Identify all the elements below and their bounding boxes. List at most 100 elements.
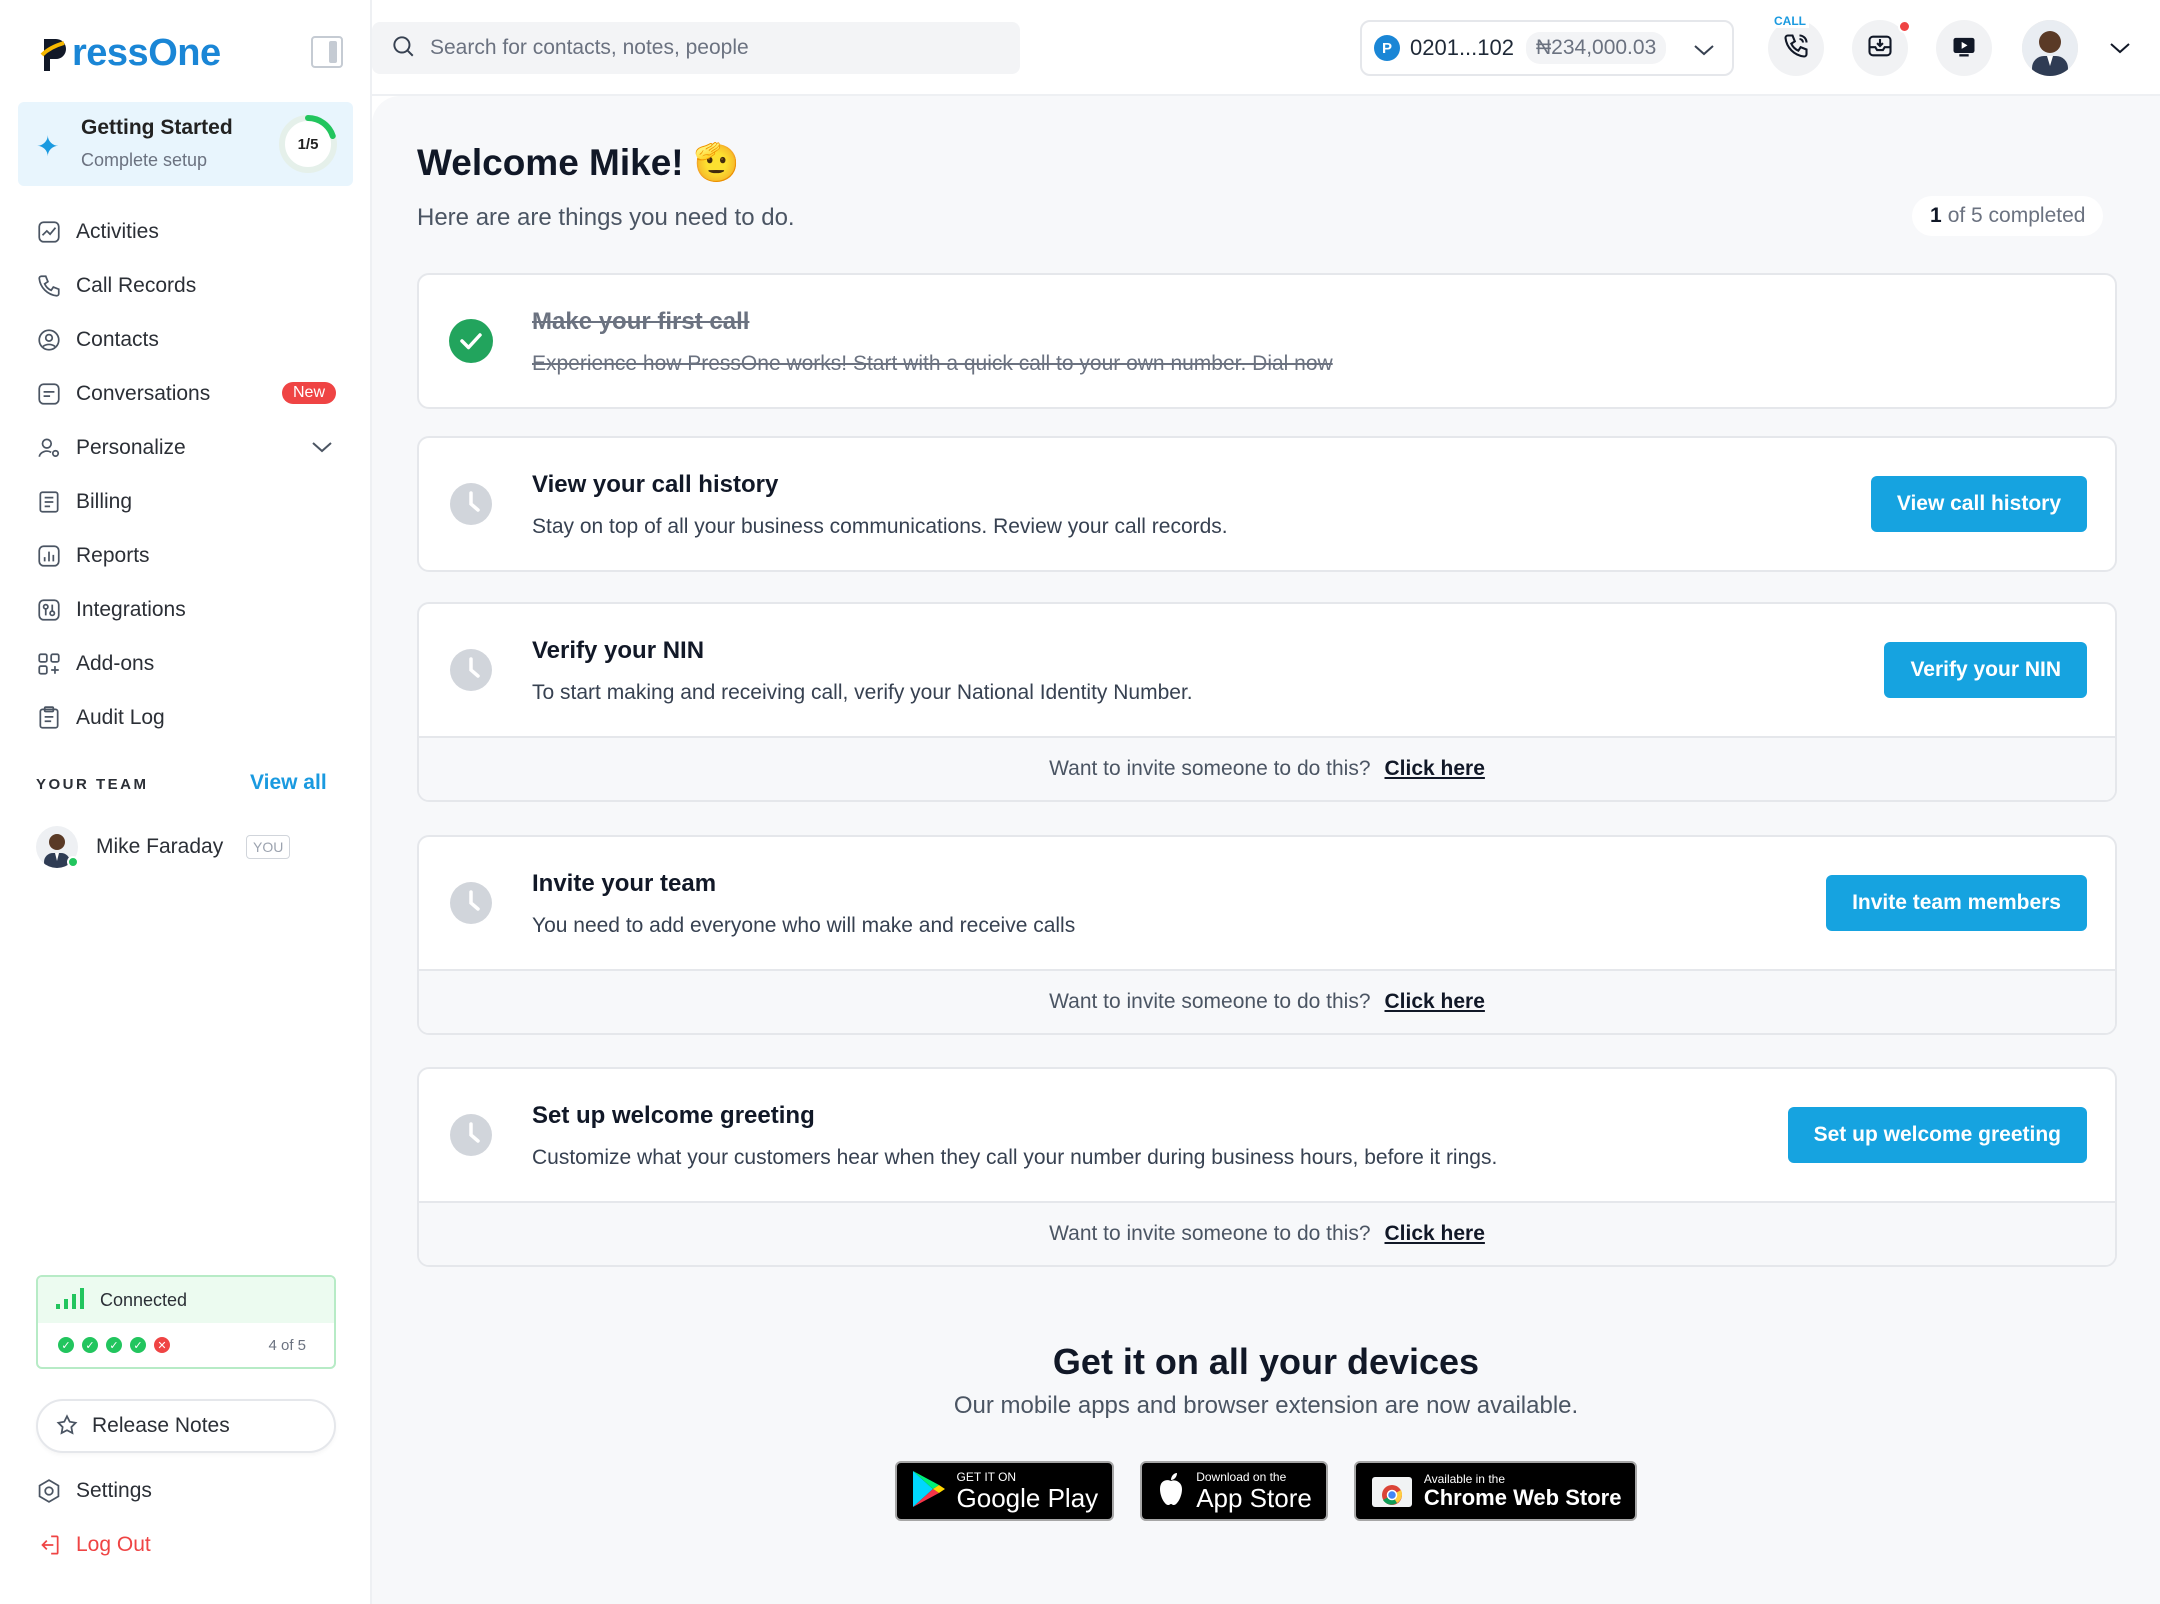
invite-click-here-link[interactable]: Click here [1385, 1222, 1485, 1246]
sidebar-item-activities[interactable]: Activities [18, 205, 358, 259]
account-number: 0201...102 [1410, 35, 1514, 60]
clock-icon [450, 882, 492, 924]
sidebar-nav: Activities Call Records Contacts Convers… [18, 205, 358, 745]
task-title: Invite your team [532, 870, 717, 897]
phone-icon [36, 273, 62, 299]
connection-status-card[interactable]: Connected ✓ ✓ ✓ ✓ ✕ 4 of 5 [36, 1275, 336, 1369]
page-subtitle: Here are are things you need to do. [417, 204, 795, 231]
google-play-badge[interactable]: GET IT ON Google Play [894, 1461, 1115, 1521]
search-input[interactable] [430, 36, 990, 60]
chrome-web-store-badge[interactable]: Available in the Chrome Web Store [1353, 1461, 1638, 1521]
sidebar-item-call-records[interactable]: Call Records [18, 259, 358, 313]
getting-started-subtitle: Complete setup [81, 150, 208, 170]
task-card-call-history: View your call history Stay on top of al… [417, 436, 2117, 572]
notification-dot [1898, 20, 1911, 33]
verify-nin-button[interactable]: Verify your NIN [1884, 642, 2087, 698]
check-circle-icon [449, 319, 493, 363]
getting-started-card[interactable]: ✦ Getting Started Complete setup 1/5 [18, 102, 353, 186]
call-button[interactable] [1768, 20, 1824, 76]
set-up-welcome-greeting-button[interactable]: Set up welcome greeting [1787, 1107, 2087, 1163]
getting-started-title: Getting Started [81, 116, 233, 139]
sidebar-item-audit-log[interactable]: Audit Log [18, 691, 358, 745]
logo-mark-icon [40, 33, 70, 73]
clock-icon [450, 649, 492, 691]
task-description: Customize what your customers hear when … [532, 1146, 1498, 1169]
sidebar-item-label: Contacts [76, 328, 159, 351]
chevron-down-icon[interactable] [2107, 38, 2133, 63]
search-bar[interactable] [372, 22, 1020, 74]
store-small-text: Available in the [1423, 1472, 1505, 1486]
account-selector[interactable]: P 0201...102 ₦234,000.03 [1360, 20, 1734, 76]
logout-link[interactable]: Log Out [36, 1532, 151, 1558]
clipboard-icon [36, 705, 62, 731]
new-badge: New [281, 382, 336, 404]
sidebar-item-label: Personalize [76, 436, 186, 459]
sidebar-item-label: Billing [76, 490, 133, 513]
check-ok-icon: ✓ [82, 1337, 98, 1353]
inbox-icon [1866, 32, 1894, 65]
settings-link[interactable]: Settings [36, 1478, 152, 1504]
check-ok-icon: ✓ [58, 1337, 74, 1353]
invite-click-here-link[interactable]: Click here [1385, 757, 1485, 781]
message-icon [36, 381, 62, 407]
devices-subtitle: Our mobile apps and browser extension ar… [953, 1392, 1579, 1419]
task-title: Make your first call [532, 308, 750, 335]
app-store-badge[interactable]: Download on the App Store [1140, 1461, 1328, 1521]
connection-status-header: Connected [38, 1277, 334, 1323]
sidebar-item-label: Integrations [76, 598, 186, 621]
clock-icon [450, 483, 492, 525]
sidebar-item-label: Conversations [76, 382, 211, 405]
invite-prompt: Want to invite someone to do this? [1049, 757, 1371, 780]
completed-text: of 5 completed [1947, 204, 2086, 227]
sidebar-item-personalize[interactable]: Personalize [18, 421, 358, 475]
sidebar-item-billing[interactable]: Billing [18, 475, 358, 529]
sidebar-item-reports[interactable]: Reports [18, 529, 358, 583]
brand-logo[interactable]: ressOne [40, 28, 221, 78]
task-description: To start making and receiving call, veri… [532, 681, 1193, 704]
sidebar-item-conversations[interactable]: Conversations New [18, 367, 358, 421]
task-title: Verify your NIN [532, 637, 705, 664]
task-description[interactable]: Experience how PressOne works! Start wit… [532, 352, 1333, 376]
logout-label: Log Out [76, 1533, 151, 1556]
collapse-sidebar-button[interactable] [311, 36, 343, 68]
devices-heading: Get it on all your devices [1052, 1341, 1480, 1382]
logout-icon [36, 1532, 62, 1558]
sidebar-item-add-ons[interactable]: Add-ons [18, 637, 358, 691]
invite-click-here-link[interactable]: Click here [1385, 990, 1485, 1014]
sidebar-item-integrations[interactable]: Integrations [18, 583, 358, 637]
connection-count: 4 of 5 [268, 1337, 306, 1354]
member-name: Mike Faraday [96, 835, 224, 858]
megaphone-icon [54, 1413, 80, 1439]
invite-prompt: Want to invite someone to do this? [1049, 990, 1371, 1013]
main-content: Welcome Mike! 🫡 Here are are things you … [372, 96, 2160, 1604]
task-description: Stay on top of all your business communi… [532, 515, 1228, 538]
team-view-all-link[interactable]: View all [250, 771, 327, 795]
sidebar-item-contacts[interactable]: Contacts [18, 313, 358, 367]
signal-bars-icon [54, 1286, 88, 1315]
store-name: App Store [1196, 1483, 1312, 1513]
sidebar-item-label: Reports [76, 544, 150, 567]
user-avatar[interactable] [2022, 20, 2078, 76]
online-status-dot [67, 856, 79, 868]
invite-team-members-button[interactable]: Invite team members [1826, 875, 2087, 931]
clock-icon [450, 1114, 492, 1156]
release-notes-button[interactable]: Release Notes [36, 1399, 336, 1453]
connection-checks: ✓ ✓ ✓ ✓ ✕ [58, 1337, 170, 1353]
view-call-history-button[interactable]: View call history [1870, 476, 2087, 532]
task-card-first-call: Make your first call Experience how Pres… [417, 273, 2117, 409]
store-small-text: GET IT ON [956, 1470, 1017, 1484]
check-error-icon: ✕ [154, 1337, 170, 1353]
sidebar-item-label: Audit Log [76, 706, 165, 729]
page-title: Welcome Mike! 🫡 [417, 142, 740, 183]
chevron-down-icon[interactable] [310, 437, 334, 463]
chrome-icon [1370, 1469, 1414, 1514]
google-play-icon [911, 1469, 947, 1514]
settings-label: Settings [76, 1479, 152, 1502]
sparkle-icon: ✦ [36, 131, 60, 162]
task-invite-footer: Want to invite someone to do this? Click… [419, 969, 2115, 1033]
search-icon [390, 33, 416, 64]
store-name: Google Play [956, 1483, 1099, 1513]
team-member[interactable]: Mike Faraday YOU [36, 826, 346, 870]
call-tag: CALL [1771, 14, 1809, 28]
tutorial-video-button[interactable] [1936, 20, 1992, 76]
